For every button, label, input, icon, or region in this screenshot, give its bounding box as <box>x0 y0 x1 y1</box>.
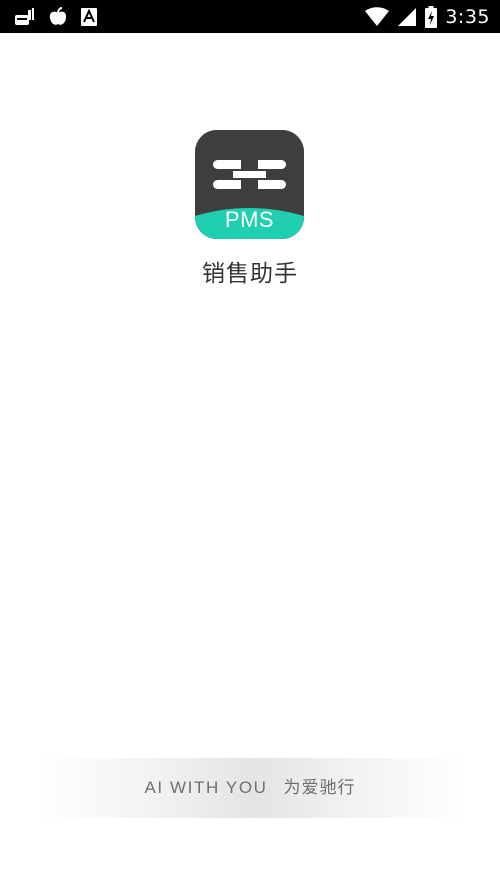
text-a-notification-icon <box>81 8 97 26</box>
status-bar: 3:35 <box>0 0 500 33</box>
status-time: 3:35 <box>445 6 490 28</box>
gear-notification-icon <box>15 8 34 25</box>
cellular-signal-icon <box>398 8 417 26</box>
wifi-icon <box>365 7 390 26</box>
slogan-chinese: 为爱驰行 <box>283 778 356 798</box>
apple-notification-icon <box>49 7 67 25</box>
app-icon-label: PMS <box>224 207 275 232</box>
system-icons: 3:35 <box>365 4 490 30</box>
splash-screen: 3:35 PMS 销售助手 AI WITH YOU 为爱驰行 <box>0 0 500 888</box>
app-name: 销售助手 <box>202 261 298 287</box>
battery-charging-icon <box>425 6 438 28</box>
slogan-english: AI WITH YOU <box>144 778 268 797</box>
slogan: AI WITH YOU 为爱驰行 <box>0 774 500 802</box>
app-icon: PMS <box>195 130 304 239</box>
notification-icons <box>14 6 98 28</box>
